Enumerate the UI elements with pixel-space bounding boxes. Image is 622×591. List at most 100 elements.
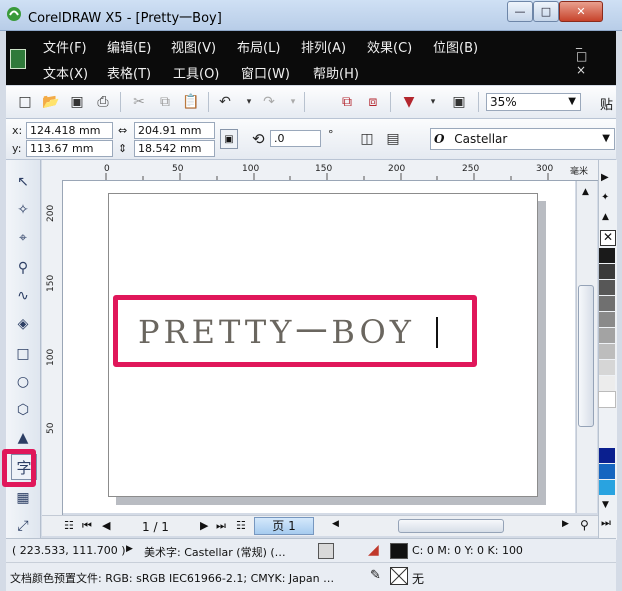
fill-info: C: 0 M: 0 Y: 0 K: 100 — [412, 544, 523, 557]
color-swatch[interactable] — [599, 464, 615, 479]
scroll-right-icon[interactable]: ▶ — [562, 519, 569, 529]
artistic-text-object[interactable]: PRETTY一BOY — [138, 316, 415, 348]
paste-icon[interactable]: 📋 — [182, 93, 200, 111]
maximize-button[interactable]: □ — [533, 1, 559, 22]
menu-tools[interactable]: 工具(O) — [173, 63, 219, 82]
redo-icon[interactable]: ↷ — [260, 93, 278, 111]
fill-color-swatch[interactable] — [390, 543, 408, 559]
rectangle-tool-icon[interactable]: □ — [11, 342, 35, 366]
pick-tool-icon[interactable]: ↖ — [11, 170, 35, 194]
smart-fill-tool-icon[interactable]: ◈ — [11, 312, 35, 336]
zoom-tool-icon[interactable]: ⚲ — [11, 256, 35, 280]
palette-menu-icon[interactable]: ▶ — [601, 172, 609, 183]
next-page-icon[interactable]: ▶ — [200, 519, 208, 532]
color-swatch[interactable] — [599, 448, 615, 463]
color-swatch[interactable] — [599, 328, 615, 343]
menu-view[interactable]: 视图(V) — [171, 37, 216, 56]
export-icon[interactable]: ⧈ — [364, 93, 382, 111]
color-swatch[interactable] — [599, 480, 615, 495]
import-icon[interactable]: ⧉ — [338, 93, 356, 111]
no-color-swatch[interactable]: ✕ — [600, 230, 616, 246]
x-position-field[interactable]: 124.418 mm — [26, 122, 113, 139]
mirror-horizontal-icon[interactable]: ◫ — [358, 130, 376, 148]
mirror-vertical-icon[interactable]: ▤ — [384, 130, 402, 148]
menu-bitmaps[interactable]: 位图(B) — [433, 37, 478, 56]
color-swatch[interactable] — [599, 376, 615, 391]
menu-effects[interactable]: 效果(C) — [367, 37, 412, 56]
print-icon[interactable]: ⎙ — [94, 93, 112, 111]
menu-layout[interactable]: 布局(L) — [237, 37, 280, 56]
redo-dropdown-icon[interactable]: ▾ — [284, 93, 302, 111]
new-icon[interactable]: □ — [16, 93, 34, 111]
undo-dropdown-icon[interactable]: ▾ — [240, 93, 258, 111]
cut-icon[interactable]: ✂ — [130, 93, 148, 111]
rotation-field[interactable]: .0 — [270, 130, 321, 147]
close-button[interactable]: ✕ — [559, 1, 603, 22]
menu-help[interactable]: 帮助(H) — [313, 63, 359, 82]
palette-expand-icon[interactable]: ⏭ — [601, 516, 611, 530]
menu-edit[interactable]: 编辑(E) — [107, 37, 151, 56]
add-page-after-icon[interactable]: ☷ — [236, 519, 246, 532]
menu-window[interactable]: 窗口(W) — [241, 63, 290, 82]
previous-page-icon[interactable]: ◀ — [102, 519, 110, 532]
polygon-tool-icon[interactable]: ⬡ — [11, 398, 35, 422]
minimize-button[interactable]: — — [507, 1, 533, 22]
scroll-up-icon[interactable]: ▲ — [582, 187, 589, 197]
color-swatch[interactable] — [599, 248, 615, 263]
color-swatch[interactable] — [599, 264, 615, 279]
zoom-navigator-icon[interactable]: ⚲ — [580, 518, 589, 532]
y-position-field[interactable]: 113.67 mm — [26, 140, 113, 157]
last-page-icon[interactable]: ⏭ — [216, 519, 226, 533]
freehand-tool-icon[interactable]: ∿ — [11, 284, 35, 308]
menu-arrange[interactable]: 排列(A) — [301, 37, 346, 56]
open-icon[interactable]: 📂 — [42, 93, 60, 111]
save-icon[interactable]: ▣ — [68, 93, 86, 111]
separator — [304, 92, 305, 112]
color-swatch[interactable] — [599, 280, 615, 295]
color-swatch[interactable] — [599, 312, 615, 327]
undo-icon[interactable]: ↶ — [216, 93, 234, 111]
no-outline-icon — [390, 567, 408, 585]
crop-tool-icon[interactable]: ⌖ — [11, 226, 35, 250]
font-family-select[interactable]: O Castellar ▼ — [430, 128, 615, 150]
zoom-level-select[interactable]: 35% ▼ — [486, 93, 581, 111]
page-navigation-bar: ☷ ⏮ ◀ 1 / 1 ▶ ⏭ ☷ 页 1 ◀ ▶ ⚲ — [42, 515, 598, 536]
color-swatch[interactable] — [599, 344, 615, 359]
ruler-tick-marks — [105, 173, 549, 180]
width-field[interactable]: 204.91 mm — [134, 122, 215, 139]
launcher-dropdown-icon[interactable]: ▾ — [424, 93, 442, 111]
lock-ratio-icon[interactable]: ▣ — [220, 129, 238, 149]
basic-shapes-tool-icon[interactable]: ▲ — [11, 426, 35, 450]
vertical-scroll-thumb[interactable] — [578, 285, 594, 427]
copy-icon[interactable]: ⧉ — [156, 93, 174, 111]
page-tab[interactable]: 页 1 — [254, 517, 314, 535]
launcher-icon[interactable]: ▼ — [400, 93, 418, 111]
color-swatch[interactable] — [598, 391, 616, 408]
palette-scroll-down-icon[interactable]: ▼ — [602, 500, 609, 510]
first-page-icon[interactable]: ⏮ — [82, 519, 92, 533]
ellipse-tool-icon[interactable]: ○ — [11, 370, 35, 394]
add-page-icon[interactable]: ☷ — [64, 519, 74, 532]
menu-table[interactable]: 表格(T) — [107, 63, 151, 82]
status-bar-upper: ( 223.533, 111.700 ) ▶ 美术字: Castellar (常… — [6, 538, 616, 563]
object-style-icon[interactable] — [318, 543, 334, 559]
color-swatch[interactable] — [599, 296, 615, 311]
paste-partial-label: 贴 — [600, 98, 614, 113]
color-swatch[interactable] — [599, 360, 615, 375]
shape-tool-icon[interactable]: ✧ — [11, 198, 35, 222]
fill-bucket-icon: ◢ — [368, 542, 379, 558]
connector-tool-icon[interactable]: ⤢ — [11, 514, 35, 538]
menu-file[interactable]: 文件(F) — [43, 37, 87, 56]
table-tool-icon[interactable]: ▦ — [11, 486, 35, 510]
height-field[interactable]: 18.542 mm — [134, 140, 215, 157]
ruler-tick: 50 — [46, 422, 56, 434]
document-icon[interactable] — [10, 49, 26, 69]
horizontal-scroll-thumb[interactable] — [398, 519, 504, 533]
color-profile-info[interactable]: 文档颜色预置文件: RGB: sRGB IEC61966-2.1; CMYK: … — [10, 570, 334, 586]
eyedropper-icon[interactable]: ✦ — [601, 192, 609, 203]
menu-text[interactable]: 文本(X) — [43, 63, 88, 82]
palette-scroll-up-icon[interactable]: ▲ — [602, 212, 609, 222]
welcome-icon[interactable]: ▣ — [450, 93, 468, 111]
document-window-controls[interactable]: _ □ × — [576, 35, 616, 77]
scroll-left-icon[interactable]: ◀ — [332, 519, 339, 529]
